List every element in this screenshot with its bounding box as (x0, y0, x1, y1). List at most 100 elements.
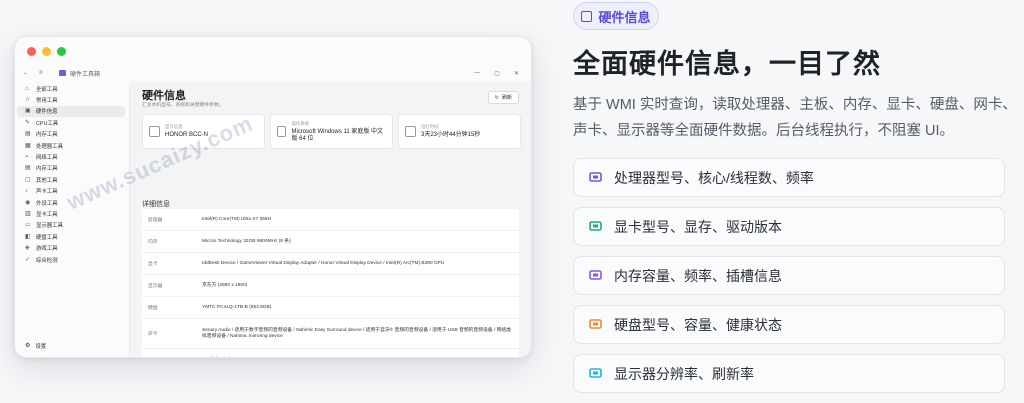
speaker-icon: ♪ (25, 188, 28, 195)
detail-row: 内存 Micron Technology 32GB 9600MHz (8 条) (142, 231, 519, 253)
sidebar-item[interactable]: ▢ 其他工具 (17, 174, 125, 185)
detail-key: 网卡 (142, 356, 202, 357)
card-text: 操作系统 Microsoft Windows 11 家庭版 中文版 64 位 (291, 121, 386, 143)
sidebar: ⌂ 全部工具 ☆ 常用工具 ▣ 硬件信息 ✎ CPU工具 ▤ 内存工具 ▦ 处理器工具 ⌁ 网络工具 ▤ 内存… (15, 81, 129, 357)
detail-value: Intel(R) Wi-Fi 6E AX211 160MHz (202, 357, 519, 358)
feature-label: 显卡型号、显存、驱动版本 (614, 218, 782, 235)
feature-item: 内存容量、频率、插槽信息 (573, 256, 1005, 295)
sidebar-item[interactable]: ▤ 内存工具 (17, 163, 125, 174)
pen-icon: ✎ (25, 119, 31, 126)
monitor-icon: ▭ (25, 222, 31, 229)
sidebar-item-label: 处理器工具 (36, 143, 63, 150)
headline: 全面硬件信息，一目了然 (573, 49, 881, 79)
sidebar-item-label: 其他工具 (36, 177, 58, 184)
detail-value: Senary Audio / 适用于数字音频的音频设备 / Nahimic Ea… (202, 327, 511, 339)
chip-icon (581, 10, 593, 22)
detail-key: 声卡 (148, 332, 158, 337)
sidebar-item[interactable]: ◈ 游戏工具 (17, 242, 125, 253)
detail-key: 显示器 (148, 284, 163, 289)
close-window-button[interactable] (27, 46, 36, 56)
menu-icon[interactable]: ≡ (39, 70, 43, 76)
sidebar-item[interactable]: ▦ 处理器工具 (17, 140, 125, 151)
detail-value: IddDesk Device / GameViewer Virtual Disp… (202, 260, 445, 266)
game-icon: ◈ (25, 245, 30, 252)
detail-key: 显卡 (148, 262, 158, 267)
memory-icon: ▤ (25, 131, 31, 138)
minimize-icon[interactable]: — (474, 70, 480, 77)
sidebar-item[interactable]: ✎ CPU工具 (17, 117, 125, 128)
sidebar-item-label: 硬件信息 (36, 109, 58, 116)
badge-label: 硬件信息 (598, 9, 651, 25)
feature-item: 显示器分辨率、刷新率 (573, 354, 1005, 393)
detail-key: 处理器 (148, 218, 163, 223)
info-card: 运行时间 3天23小时44分钟15秒 (398, 114, 521, 149)
refresh-label: 刷新 (501, 95, 512, 101)
detail-value: Micron Technology 32GB 9600MHz (8 条) (202, 238, 291, 244)
sidebar-item-label: 显卡工具 (36, 211, 58, 218)
feature-list: 处理器型号、核心/线程数、频率 显卡型号、显存、驱动版本内存容量、频率、插槽信息硬… (573, 158, 1005, 403)
summary-cards: 型号信息 HONOR BCC-N 操作系统 Microsoft Windows 11 … (142, 114, 521, 149)
close-icon[interactable]: ✕ (514, 70, 519, 77)
sidebar-item-label: CPU工具 (36, 120, 59, 127)
card-value: Microsoft Windows 11 家庭版 中文版 64 位 (291, 128, 384, 142)
monitor-icon (588, 219, 603, 234)
settings-label: 设置 (35, 343, 47, 350)
sidebar-item-label: 内存工具 (36, 132, 58, 139)
main-content: 硬件信息 汇总本机型号、系统和关键硬件参数。 ↻ 刷新 型号信息 HONOR BC… (129, 81, 531, 357)
network-icon: ⌁ (25, 154, 29, 161)
sidebar-item[interactable]: ◧ 硬盘工具 (17, 231, 125, 242)
device-icon (149, 126, 160, 137)
mouse-icon: ◉ (25, 199, 31, 206)
sidebar-item[interactable]: ✓ 综合检测 (17, 254, 125, 265)
app-window: ← ≡ 硬件工具箱 — ▢ ✕ ⌂ 全部工具 ☆ 常用工具 ▣ 硬件信息 ✎ CPU工具 ▤ 内存… (14, 36, 532, 358)
sidebar-item[interactable]: ⌂ 全部工具 (17, 83, 125, 94)
back-arrow-icon[interactable]: ← (23, 70, 29, 76)
maximize-window-button[interactable] (57, 46, 66, 56)
app-logo-icon (59, 70, 66, 76)
feature-item: 硬盘型号、容量、健康状态 (573, 305, 1005, 344)
window-titlebar (15, 37, 531, 65)
detail-table: 处理器 Intel(R) Core(TM) Ultra X7 358H 内存 Micr… (142, 209, 519, 358)
sidebar-item[interactable]: ▥ 显卡工具 (17, 208, 125, 219)
chip-icon (588, 170, 603, 185)
detail-row: 硬盘 YMTC PC41Q-1TB-B (953.9GB) (142, 297, 519, 319)
description: 基于 WMI 实时查询，读取处理器、主板、内存、显卡、硬盘、网卡、声卡、显示器等… (573, 97, 1017, 139)
refresh-icon: ↻ (494, 94, 499, 101)
sidebar-item[interactable]: ▭ 显示器工具 (17, 220, 125, 231)
sidebar-item[interactable]: ▣ 硬件信息 (17, 105, 125, 118)
feature-label: 硬盘型号、容量、健康状态 (614, 316, 782, 333)
detail-value: 京东方 (2880 x 1800) (202, 282, 248, 288)
sidebar-item[interactable]: ⌁ 网络工具 (17, 151, 125, 162)
feature-item: 显卡型号、显存、驱动版本 (573, 207, 1005, 246)
card-label: 型号信息 (165, 124, 183, 129)
sidebar-item[interactable]: ◉ 外设工具 (17, 197, 125, 208)
refresh-button[interactable]: ↻ 刷新 (487, 91, 519, 104)
app-toolbar: ← ≡ 硬件工具箱 — ▢ ✕ (15, 65, 531, 81)
info-card: 型号信息 HONOR BCC-N (142, 114, 265, 149)
detail-key: 内存 (148, 240, 158, 245)
detail-row: 网卡Intel(R) Wi-Fi 6E AX211 160MHz (142, 349, 519, 358)
card-label: 运行时间 (421, 124, 439, 129)
feature-item: 处理器型号、核心/线程数、频率 (573, 158, 1005, 197)
device-icon (277, 126, 287, 137)
home-icon: ⌂ (25, 85, 29, 92)
sidebar-item-label: 显示器工具 (36, 223, 63, 230)
card-text: 型号信息 HONOR BCC-N (165, 124, 208, 139)
feature-label: 显示器分辨率、刷新率 (614, 365, 754, 382)
device-icon (405, 126, 416, 137)
sidebar-item-label: 硬盘工具 (36, 234, 58, 241)
restore-icon[interactable]: ▢ (494, 70, 500, 77)
detail-value: Intel(R) Core(TM) Ultra X7 358H (202, 216, 272, 222)
detail-key: 硬盘 (148, 306, 158, 311)
sidebar-item-label: 常用工具 (36, 98, 58, 105)
sidebar-item[interactable]: ☆ 常用工具 (17, 94, 125, 105)
settings-item[interactable]: ⚙ 设置 (17, 340, 46, 351)
sidebar-item[interactable]: ♪ 声卡工具 (17, 186, 125, 197)
sidebar-item[interactable]: ▤ 内存工具 (17, 129, 125, 140)
minimize-window-button[interactable] (42, 46, 51, 56)
sidebar-item-label: 游戏工具 (36, 246, 58, 253)
feature-label: 处理器型号、核心/线程数、频率 (614, 169, 814, 186)
section-badge: 硬件信息 (573, 2, 659, 30)
box-icon: ▢ (25, 176, 31, 183)
page-subtitle: 汇总本机型号、系统和关键硬件参数。 (142, 103, 224, 108)
